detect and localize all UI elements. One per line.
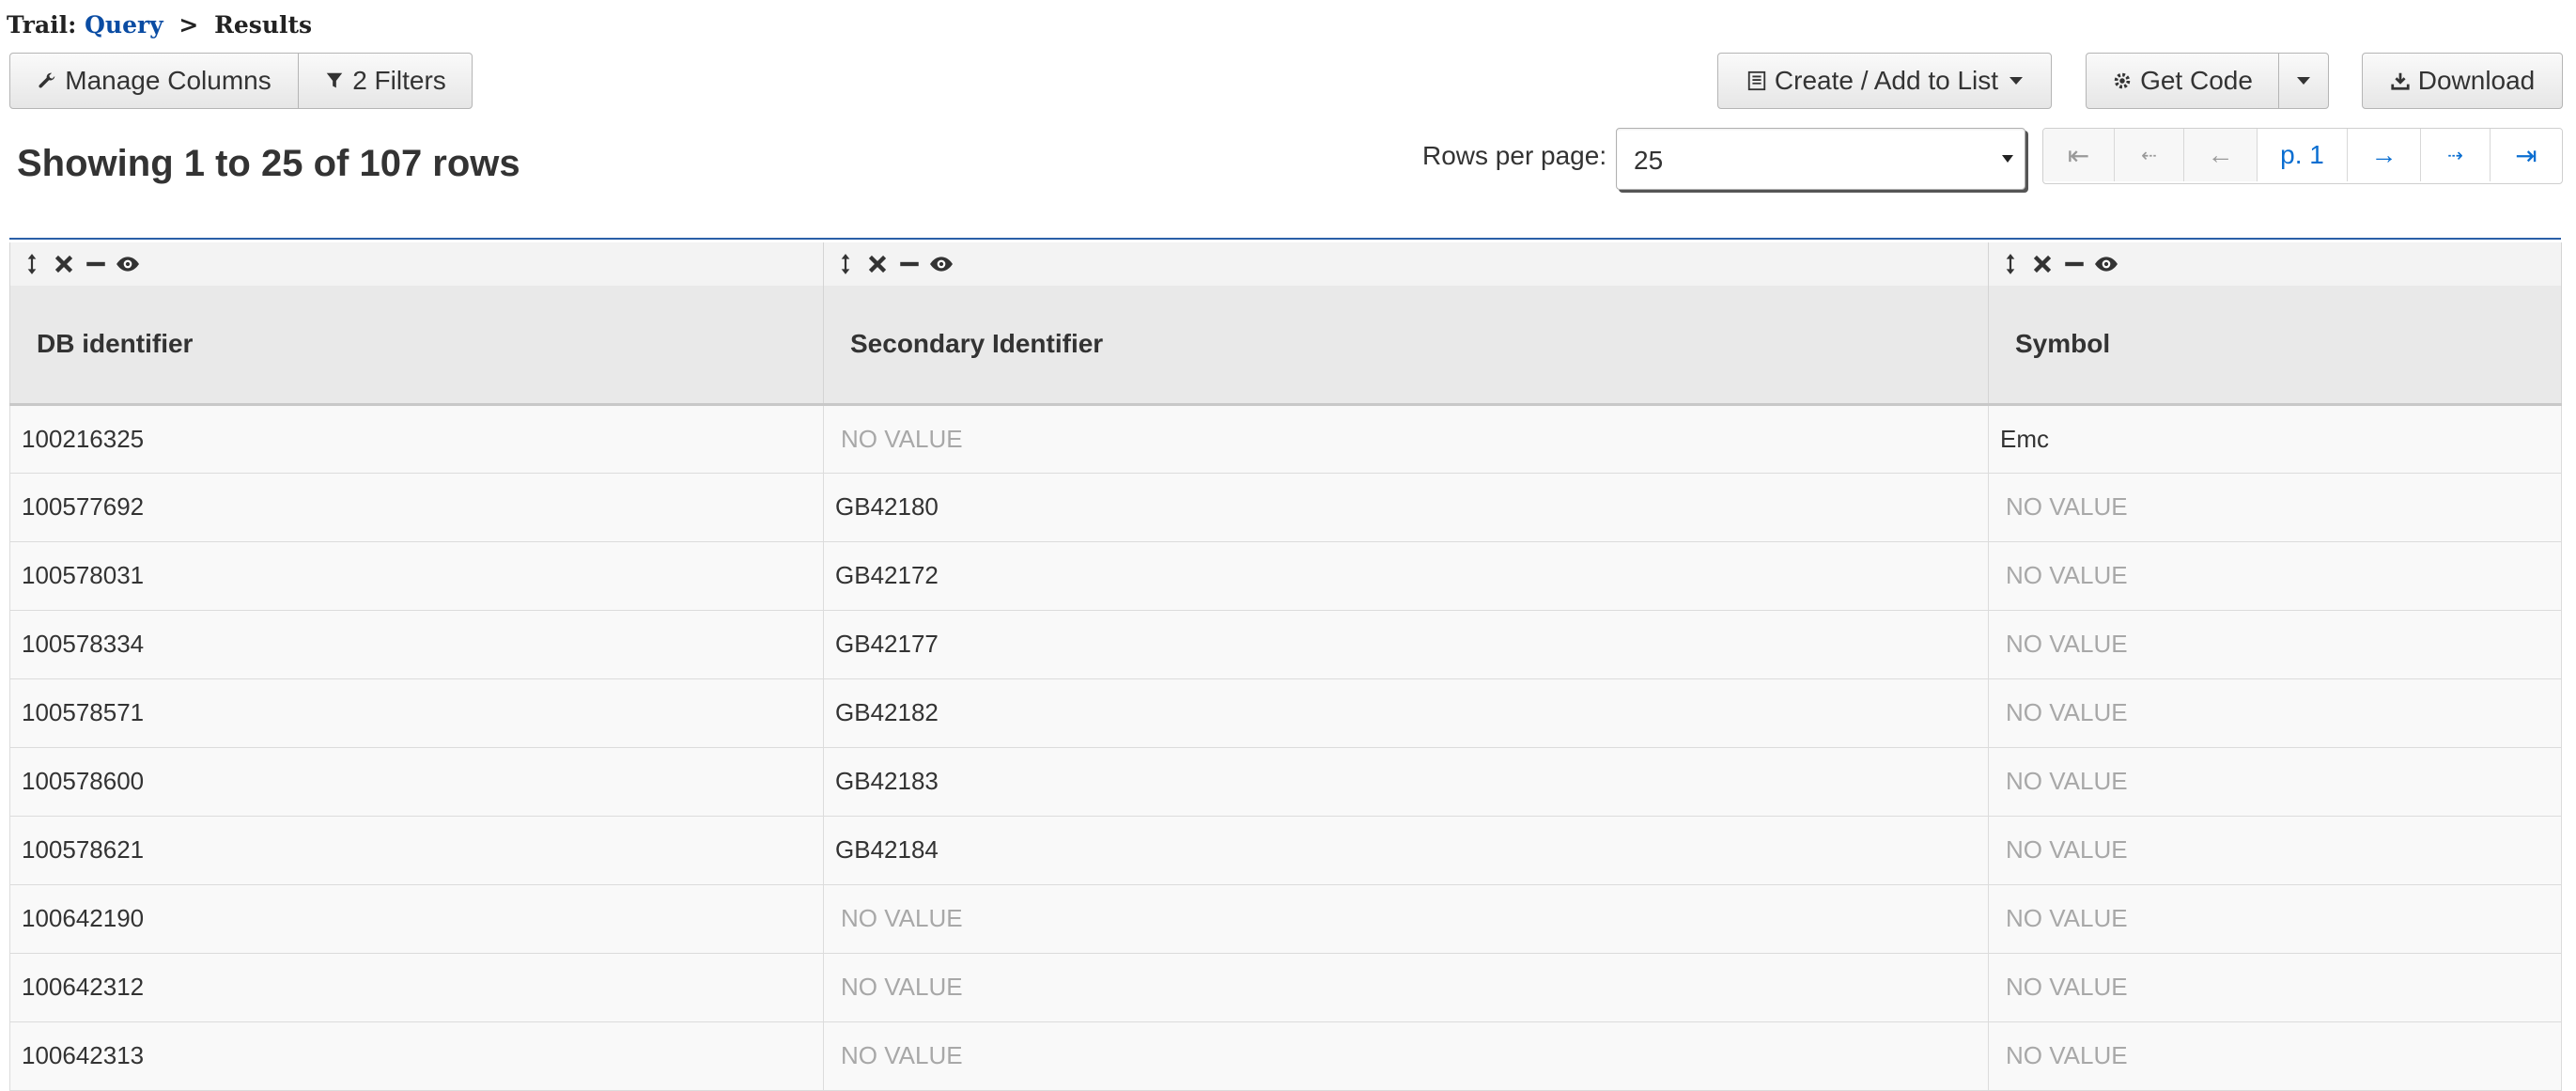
symbol-cell[interactable]: NO VALUE: [1988, 883, 2562, 954]
symbol-cell[interactable]: NO VALUE: [1988, 746, 2562, 817]
last-page-button[interactable]: ⇥: [2491, 129, 2562, 181]
secondary-identifier-cell[interactable]: NO VALUE: [823, 952, 1989, 1022]
column-tools: [1988, 242, 2562, 286]
column-tools: [9, 242, 824, 286]
download-label: Download: [2417, 66, 2536, 95]
breadcrumb-label: Trail:: [7, 11, 77, 39]
manage-columns-label: Manage Columns: [65, 66, 272, 95]
column-header-symbol[interactable]: Symbol: [1988, 286, 2562, 406]
remove-column-icon[interactable]: [52, 252, 76, 276]
rows-per-page-select[interactable]: 25: [1616, 128, 2025, 190]
db-identifier-cell[interactable]: 100578031: [9, 540, 824, 611]
column-tools-row: [9, 242, 2562, 286]
breadcrumb-current: Results: [214, 11, 313, 39]
table-row[interactable]: 100578621 GB42184 NO VALUE: [9, 815, 2562, 885]
table-row[interactable]: 100642190 NO VALUE NO VALUE: [9, 883, 2562, 954]
table-row[interactable]: 100578571 GB42182 NO VALUE: [9, 678, 2562, 748]
pagination: ⇤ ⇠ ← p. 1 → ⇢ ⇥: [2042, 128, 2563, 184]
remove-column-icon[interactable]: [865, 252, 890, 276]
collapse-column-icon[interactable]: [84, 252, 108, 276]
next-fast-button[interactable]: ⇢: [2421, 129, 2491, 181]
secondary-identifier-cell[interactable]: NO VALUE: [823, 403, 1989, 474]
table-row[interactable]: 100216325 NO VALUE Emc: [9, 403, 2562, 474]
rows-per-page-label: Rows per page:: [1422, 141, 1607, 170]
table-header-row: DB identifier Secondary Identifier Symbo…: [9, 286, 2562, 406]
table-row[interactable]: 100578600 GB42183 NO VALUE: [9, 746, 2562, 817]
column-header-db-identifier[interactable]: DB identifier: [9, 286, 824, 406]
secondary-identifier-cell[interactable]: GB42180: [823, 472, 1989, 542]
eye-icon[interactable]: [2094, 252, 2118, 276]
chevron-down-icon: [2297, 77, 2310, 85]
symbol-cell[interactable]: NO VALUE: [1988, 952, 2562, 1022]
remove-column-icon[interactable]: [2030, 252, 2055, 276]
table-body: 100216325 NO VALUE Emc 100577692 GB42180 NO V…: [9, 403, 2562, 1091]
filters-label: 2 Filters: [352, 66, 446, 95]
symbol-cell[interactable]: NO VALUE: [1988, 815, 2562, 885]
chevron-down-icon: [2002, 155, 2013, 163]
breadcrumb: Trail: Query > Results: [7, 11, 312, 39]
get-code-label: Get Code: [2140, 66, 2253, 95]
db-identifier-cell[interactable]: 100578571: [9, 678, 824, 748]
chevron-down-icon: [2010, 77, 2024, 85]
collapse-column-icon[interactable]: [897, 252, 922, 276]
db-identifier-cell[interactable]: 100578621: [9, 815, 824, 885]
secondary-identifier-cell[interactable]: GB42172: [823, 540, 1989, 611]
table-row[interactable]: 100578334 GB42177 NO VALUE: [9, 609, 2562, 679]
breadcrumb-query-link[interactable]: Query: [85, 11, 163, 39]
filters-button[interactable]: 2 Filters: [298, 53, 473, 109]
symbol-cell[interactable]: NO VALUE: [1988, 678, 2562, 748]
get-code-button[interactable]: Get Code: [2086, 53, 2279, 109]
create-add-list-label: Create / Add to List: [1774, 66, 1999, 95]
secondary-identifier-cell[interactable]: GB42183: [823, 746, 1989, 817]
db-identifier-cell[interactable]: 100578600: [9, 746, 824, 817]
first-page-button[interactable]: ⇤: [2043, 129, 2115, 181]
create-add-list-button[interactable]: Create / Add to List: [1717, 53, 2052, 109]
symbol-cell[interactable]: NO VALUE: [1988, 540, 2562, 611]
move-column-icon[interactable]: [20, 252, 44, 276]
download-button[interactable]: Download: [2362, 53, 2563, 109]
manage-columns-button[interactable]: Manage Columns: [9, 53, 299, 109]
filter-icon: [326, 72, 343, 88]
get-code-dropdown-button[interactable]: [2278, 53, 2329, 109]
current-page[interactable]: p. 1: [2258, 129, 2348, 181]
table-row[interactable]: 100578031 GB42172 NO VALUE: [9, 540, 2562, 611]
secondary-identifier-cell[interactable]: NO VALUE: [823, 883, 1989, 954]
table-row[interactable]: 100577692 GB42180 NO VALUE: [9, 472, 2562, 542]
secondary-identifier-cell[interactable]: GB42182: [823, 678, 1989, 748]
symbol-cell[interactable]: Emc: [1988, 403, 2562, 474]
next-page-button[interactable]: →: [2348, 129, 2421, 181]
db-identifier-cell[interactable]: 100216325: [9, 403, 824, 474]
prev-fast-button[interactable]: ⇠: [2115, 129, 2184, 181]
eye-icon[interactable]: [929, 252, 954, 276]
column-tools: [823, 242, 1989, 286]
wrench-icon: [39, 72, 55, 88]
symbol-cell[interactable]: NO VALUE: [1988, 609, 2562, 679]
table-row[interactable]: 100642312 NO VALUE NO VALUE: [9, 952, 2562, 1022]
download-icon: [2391, 72, 2410, 90]
secondary-identifier-cell[interactable]: GB42184: [823, 815, 1989, 885]
move-column-icon[interactable]: [833, 252, 858, 276]
rows-per-page-value: 25: [1634, 146, 1664, 175]
prev-page-button[interactable]: ←: [2184, 129, 2258, 181]
results-summary: Showing 1 to 25 of 107 rows: [17, 143, 520, 184]
move-column-icon[interactable]: [1998, 252, 2023, 276]
table-top-divider: [9, 238, 2561, 240]
gear-icon: [2114, 72, 2131, 89]
db-identifier-cell[interactable]: 100577692: [9, 472, 824, 542]
symbol-cell[interactable]: NO VALUE: [1988, 472, 2562, 542]
secondary-identifier-cell[interactable]: GB42177: [823, 609, 1989, 679]
breadcrumb-separator: >: [178, 11, 199, 39]
db-identifier-cell[interactable]: 100642190: [9, 883, 824, 954]
column-header-secondary-identifier[interactable]: Secondary Identifier: [823, 286, 1989, 406]
collapse-column-icon[interactable]: [2062, 252, 2087, 276]
db-identifier-cell[interactable]: 100578334: [9, 609, 824, 679]
list-icon: [1747, 70, 1766, 91]
db-identifier-cell[interactable]: 100642312: [9, 952, 824, 1022]
results-table: DB identifier Secondary Identifier Symbo…: [9, 242, 2562, 1091]
eye-icon[interactable]: [116, 252, 140, 276]
